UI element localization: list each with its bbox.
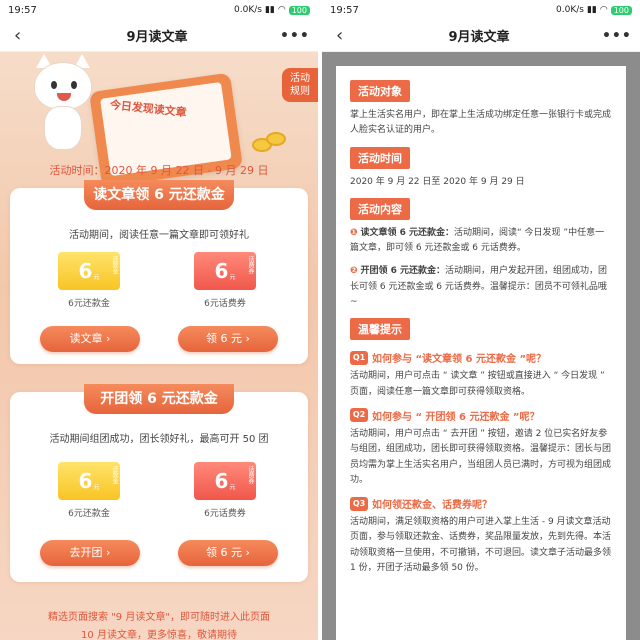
wifi-icon: ◠ bbox=[277, 5, 286, 15]
rules-tab-line1: 活动 bbox=[290, 73, 310, 84]
section-head-target: 活动对象 bbox=[350, 80, 410, 102]
page-title: 9月读文章 bbox=[448, 30, 510, 45]
q3-badge: Q3 bbox=[350, 496, 368, 511]
section-text-time: 2020 年 9 月 22 日至 2020 年 9 月 29 日 bbox=[350, 176, 525, 187]
voucher-tag: 还款金 bbox=[111, 256, 118, 274]
left-screen: 19:57 0.0K/s ▮▮ ◠ 100 ‹ 9月读文章 ••• 今日发现读文… bbox=[0, 0, 318, 640]
battery-icon: 100 bbox=[610, 5, 632, 15]
reward-label: 6元还款金 bbox=[68, 299, 110, 309]
status-indicators: 0.0K/s ▮▮ ◠ 100 bbox=[556, 5, 632, 15]
voucher-amount: 6 bbox=[214, 259, 229, 283]
q3-answer: 活动期间，满足领取资格的用户可进入掌上生活 - 9 月读文章活动页面，参与领取还… bbox=[350, 517, 612, 574]
q2-answer: 活动期间，用户可点击 “ 去开团 ” 按钮，邀请 2 位已实名好友参与组团，组团… bbox=[350, 428, 612, 485]
q3-title: 如何领还款金、话费券呢？ bbox=[372, 500, 492, 512]
start-group-button[interactable]: 去开团 › bbox=[40, 540, 140, 566]
content-item-2-title: 开团领 6 元还款金： bbox=[360, 266, 446, 277]
section-head-time: 活动时间 bbox=[350, 146, 410, 169]
rules-tab-line2: 规则 bbox=[290, 86, 310, 97]
voucher-unit: 元 bbox=[229, 273, 236, 281]
rules-overlay[interactable]: 活动对象 掌上生活实名用户，即在掌上生活成功绑定任意一张银行卡或完成人脸实名认证… bbox=[322, 52, 640, 640]
voucher-amount: 6 bbox=[78, 469, 93, 493]
status-time: 19:57 bbox=[330, 4, 359, 16]
claim-6-yuan-button[interactable]: 领 6 元 › bbox=[178, 540, 278, 566]
group-buy-card: 开团领 6 元还款金 活动期间组团成功，团长领好礼，最高可开 50 团 6 元 … bbox=[10, 384, 308, 582]
read-article-card: 读文章领 6 元还款金 活动期间，阅读任意一篇文章即可领好礼 6 元 还款金 6… bbox=[10, 180, 308, 364]
q2-badge: Q2 bbox=[350, 408, 368, 423]
card-desc: 活动期间组团成功，团长领好礼，最高可开 50 团 bbox=[49, 434, 269, 445]
activity-time: 活动时间：2020 年 9 月 22 日 - 9 月 29 日 bbox=[49, 164, 269, 177]
back-icon[interactable]: ‹ bbox=[336, 26, 356, 45]
more-icon[interactable]: ••• bbox=[280, 28, 309, 44]
nav-bar: ‹ 9月读文章 ••• bbox=[0, 20, 318, 52]
q2-title: 如何参与 “ 开团领 6 元还款金 ”呢？ bbox=[372, 411, 540, 423]
voucher-amount: 6 bbox=[78, 259, 93, 283]
hero-banner: 今日发现读文章 活动 规则 bbox=[0, 52, 318, 188]
section-head-tips: 温馨提示 bbox=[350, 318, 410, 341]
faq-q3: Q3 如何领还款金、话费券呢？ bbox=[350, 496, 612, 511]
net-speed: 0.0K/s bbox=[556, 5, 584, 15]
q1-title: 如何参与 “读文章领 6 元还款金 ”呢？ bbox=[372, 354, 547, 366]
q1-badge: Q1 bbox=[350, 350, 368, 365]
status-bar: 19:57 0.0K/s ▮▮ ◠ 100 bbox=[0, 0, 318, 20]
back-icon[interactable]: ‹ bbox=[14, 26, 34, 45]
status-bar: 19:57 0.0K/s ▮▮ ◠ 100 bbox=[322, 0, 640, 20]
voucher-tag: 话费券 bbox=[247, 466, 254, 484]
section-text-target: 掌上生活实名用户，即在掌上生活成功绑定任意一张银行卡或完成人脸实名认证的用户。 bbox=[350, 110, 612, 136]
content-item-1-title: 读文章领 6 元还款金： bbox=[360, 227, 455, 238]
activity-rules-button[interactable]: 活动 规则 bbox=[282, 68, 318, 102]
voucher-unit: 元 bbox=[93, 273, 100, 281]
voucher-amount: 6 bbox=[214, 469, 229, 493]
battery-icon: 100 bbox=[288, 5, 310, 15]
net-speed: 0.0K/s bbox=[234, 5, 262, 15]
page-title: 9月读文章 bbox=[126, 30, 188, 45]
reward-label: 6元还款金 bbox=[68, 509, 110, 519]
activity-page: 今日发现读文章 活动 规则 活动时间：2020 年 9 月 22 日 - 9 月… bbox=[0, 52, 318, 640]
signal-icon: ▮▮ bbox=[264, 5, 275, 15]
status-time: 19:57 bbox=[8, 4, 37, 16]
right-screen: 19:57 0.0K/s ▮▮ ◠ 100 ‹ 9月读文章 ••• 活动对象 掌… bbox=[322, 0, 640, 640]
cat-mascot-illustration bbox=[30, 54, 100, 157]
faq-q1: Q1 如何参与 “读文章领 6 元还款金 ”呢？ bbox=[350, 350, 612, 365]
faq-q2: Q2 如何参与 “ 开团领 6 元还款金 ”呢？ bbox=[350, 408, 612, 423]
coins-icon bbox=[252, 132, 292, 154]
reward-phone-credit: 6 元 话费券 6元话费券 bbox=[190, 252, 260, 309]
footer-note-line1: 精选页面搜索 "9 月读文章"，即可随时进入此页面 bbox=[48, 612, 270, 623]
nav-bar: ‹ 9月读文章 ••• bbox=[322, 20, 640, 52]
footer-note-line2: 10 月读文章，更多惊喜，敬请期待 bbox=[81, 630, 237, 640]
voucher-tag: 话费券 bbox=[247, 256, 254, 274]
reward-label: 6元话费券 bbox=[204, 299, 246, 309]
card-title: 读文章领 6 元还款金 bbox=[84, 180, 234, 210]
signal-icon: ▮▮ bbox=[586, 5, 597, 15]
content-item-2: ❷ 开团领 6 元还款金：活动期间，用户发起开团，组团成功，团长可领 6 元还款… bbox=[350, 264, 612, 310]
claim-6-yuan-button[interactable]: 领 6 元 › bbox=[178, 326, 278, 352]
reward-repayment: 6 元 还款金 6元还款金 bbox=[54, 462, 124, 519]
voucher-unit: 元 bbox=[93, 483, 100, 491]
number-1-icon: ❶ bbox=[350, 227, 358, 238]
voucher-unit: 元 bbox=[229, 483, 236, 491]
card-desc: 活动期间，阅读任意一篇文章即可领好礼 bbox=[69, 230, 249, 241]
reward-repayment: 6 元 还款金 6元还款金 bbox=[54, 252, 124, 309]
reward-label: 6元话费券 bbox=[204, 509, 246, 519]
phone-credit-voucher-icon: 6 元 话费券 bbox=[194, 252, 256, 290]
reward-phone-credit: 6 元 话费券 6元话费券 bbox=[190, 462, 260, 519]
wifi-icon: ◠ bbox=[599, 5, 608, 15]
repayment-voucher-icon: 6 元 还款金 bbox=[58, 252, 120, 290]
status-indicators: 0.0K/s ▮▮ ◠ 100 bbox=[234, 5, 310, 15]
number-2-icon: ❷ bbox=[350, 266, 358, 277]
repayment-voucher-icon: 6 元 还款金 bbox=[58, 462, 120, 500]
more-icon[interactable]: ••• bbox=[602, 28, 631, 44]
section-head-content: 活动内容 bbox=[350, 197, 410, 220]
phone-credit-voucher-icon: 6 元 话费券 bbox=[194, 462, 256, 500]
q1-answer: 活动期间，用户可点击 “ 读文章 ” 按钮或直接进入 “ 今日发现 ” 页面，阅… bbox=[350, 371, 605, 397]
read-article-button[interactable]: 读文章 › bbox=[40, 326, 140, 352]
voucher-tag: 还款金 bbox=[111, 466, 118, 484]
content-item-1: ❶ 读文章领 6 元还款金：活动期间，阅读“ 今日发现 ”中任意一篇文章，即可领… bbox=[350, 226, 612, 257]
rules-dialog: 活动对象 掌上生活实名用户，即在掌上生活成功绑定任意一张银行卡或完成人脸实名认证… bbox=[336, 66, 626, 640]
card-title: 开团领 6 元还款金 bbox=[84, 384, 234, 414]
